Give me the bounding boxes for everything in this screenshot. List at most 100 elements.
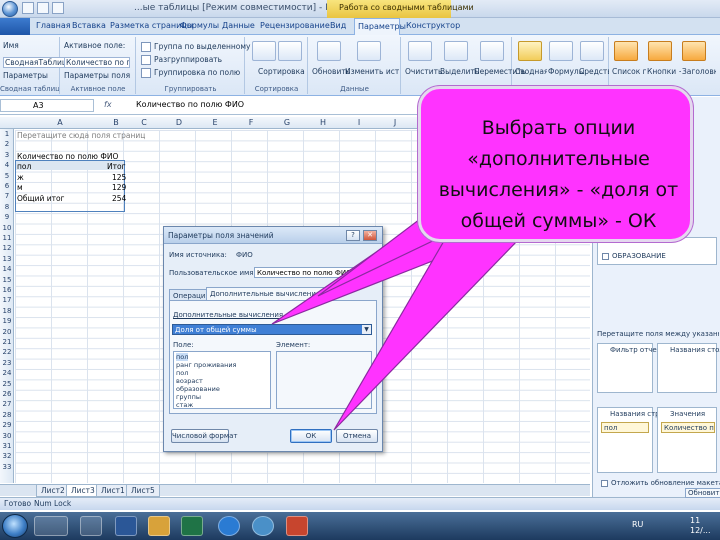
row-header[interactable]: 29 (0, 421, 14, 429)
pivot-chart-icon[interactable] (518, 41, 542, 61)
row-header[interactable]: 8 (0, 203, 14, 211)
row-header[interactable]: 32 (0, 452, 14, 460)
row-header[interactable]: 21 (0, 338, 14, 346)
group-selection-button[interactable]: Группа по выделенному (154, 42, 250, 51)
move-icon[interactable] (480, 41, 504, 61)
values-area[interactable]: Значения Количество по... (657, 407, 717, 473)
close-icon[interactable]: ✕ (363, 230, 377, 241)
cell-b7[interactable]: 254 (112, 194, 126, 203)
olap-icon[interactable] (580, 41, 604, 61)
taskbar-files-icon[interactable] (80, 516, 102, 536)
list-item[interactable]: стаж (176, 401, 193, 409)
cell-a6[interactable]: м (17, 183, 23, 192)
clear-icon[interactable] (408, 41, 432, 61)
show-values-as-select[interactable]: Доля от общей суммы ▼ (172, 324, 372, 335)
field-list-button[interactable]: Список полей (612, 67, 646, 76)
pivot-options-button[interactable]: Параметры (3, 71, 48, 80)
report-filter-area[interactable]: Фильтр отчета (597, 343, 665, 393)
base-item-list[interactable] (276, 351, 372, 409)
formulas-icon[interactable] (549, 41, 573, 61)
row-header[interactable]: 13 (0, 255, 14, 263)
ungroup-button[interactable]: Разгруппировать (154, 55, 222, 64)
undo-icon[interactable] (37, 2, 49, 14)
save-icon[interactable] (22, 2, 34, 14)
folder-icon[interactable] (148, 516, 170, 536)
sort-large-icon[interactable] (278, 41, 302, 61)
cell-b5[interactable]: 125 (112, 173, 126, 182)
buttons-toggle[interactable]: Кнопки +/- (647, 67, 681, 76)
change-source-button[interactable]: Изменить источник данных (345, 67, 399, 76)
field-checkbox[interactable] (602, 253, 609, 260)
column-header[interactable]: A (15, 118, 105, 127)
row-header[interactable]: 22 (0, 348, 14, 356)
row-header[interactable]: 33 (0, 463, 14, 471)
browser-icon[interactable] (218, 516, 240, 536)
sort-button[interactable]: Сортировка (258, 67, 305, 76)
sheet-tab[interactable]: Лист5 (126, 485, 160, 497)
fx-icon[interactable]: fx (104, 100, 112, 109)
values-field-pill[interactable]: Количество по... (661, 422, 715, 433)
list-item[interactable]: возраст (176, 377, 203, 385)
tab-options[interactable]: Параметры (354, 18, 406, 36)
row-header[interactable]: 10 (0, 224, 14, 232)
row-header[interactable]: 20 (0, 328, 14, 336)
office-menu-tab[interactable] (0, 18, 30, 35)
name-box[interactable]: A3 (0, 99, 94, 112)
row-header[interactable]: 31 (0, 442, 14, 450)
field-item[interactable]: ОБРАЗОВАНИЕ (612, 252, 666, 260)
row-header[interactable]: 19 (0, 317, 14, 325)
row-header[interactable]: 1 (0, 130, 14, 138)
sheet-tab-active[interactable]: Лист3 (66, 485, 100, 497)
row-header[interactable]: 27 (0, 400, 14, 408)
column-header[interactable]: B (105, 118, 127, 127)
powerpoint-icon[interactable] (286, 516, 308, 536)
sort-az-icon[interactable] (252, 41, 276, 61)
office-button[interactable] (2, 1, 18, 17)
pivot-chart-button[interactable]: Сводная диаграмма (515, 67, 547, 76)
redo-icon[interactable] (52, 2, 64, 14)
number-format-button[interactable]: Числовой формат (171, 429, 238, 443)
field-list-icon[interactable] (614, 41, 638, 61)
custom-name-input[interactable]: Количество по полю ФИО (254, 267, 378, 278)
clear-button[interactable]: Очистить (405, 67, 442, 76)
row-header[interactable]: 12 (0, 244, 14, 252)
row-header[interactable]: 23 (0, 359, 14, 367)
media-icon[interactable] (252, 516, 274, 536)
update-button[interactable]: Обновить (685, 488, 720, 498)
tab-review[interactable]: Рецензирование (260, 21, 330, 30)
cell-a7[interactable]: Общий итог (17, 194, 65, 203)
tab-formulas[interactable]: Формулы (180, 21, 219, 30)
tab-view[interactable]: Вид (330, 21, 346, 30)
group-field-button[interactable]: Группировка по полю (154, 68, 240, 77)
list-item[interactable]: пол (176, 353, 189, 361)
column-header[interactable]: J (377, 118, 413, 127)
excel-icon[interactable] (181, 516, 203, 536)
tab-data[interactable]: Данные (222, 21, 255, 30)
row-field-pill[interactable]: пол (601, 422, 649, 433)
cell-b4[interactable]: Итог (107, 162, 126, 171)
select-icon[interactable] (444, 41, 468, 61)
tab-design[interactable]: Конструктор (406, 21, 460, 30)
cell-a3[interactable]: Количество по полю ФИО (17, 152, 118, 161)
olap-button[interactable]: Средства OLAP (579, 67, 609, 76)
row-header[interactable]: 24 (0, 369, 14, 377)
field-settings-button[interactable]: Параметры поля (64, 71, 130, 80)
row-header[interactable]: 18 (0, 307, 14, 315)
row-header[interactable]: 9 (0, 213, 14, 221)
row-header[interactable]: 16 (0, 286, 14, 294)
word-icon[interactable] (115, 516, 137, 536)
column-header[interactable]: E (197, 118, 233, 127)
sheet-tab[interactable]: Лист2 (36, 485, 70, 497)
row-header[interactable]: 11 (0, 234, 14, 242)
cell-b6[interactable]: 129 (112, 183, 126, 192)
tab-show-values-as[interactable]: Дополнительные вычисления (206, 287, 325, 301)
column-labels-area[interactable]: Названия столбцов (657, 343, 720, 393)
tab-insert[interactable]: Вставка (72, 21, 106, 30)
base-field-list[interactable]: пол ранг проживания пол возраст образова… (173, 351, 271, 409)
page-fields-drop-zone[interactable]: Перетащите сюда поля страниц (17, 131, 145, 140)
field-headers-toggle[interactable]: Заголовки полей (682, 67, 716, 76)
row-header[interactable]: 26 (0, 390, 14, 398)
row-header[interactable]: 5 (0, 172, 14, 180)
row-labels-area[interactable]: Названия строк пол (597, 407, 668, 473)
column-header[interactable]: F (233, 118, 269, 127)
